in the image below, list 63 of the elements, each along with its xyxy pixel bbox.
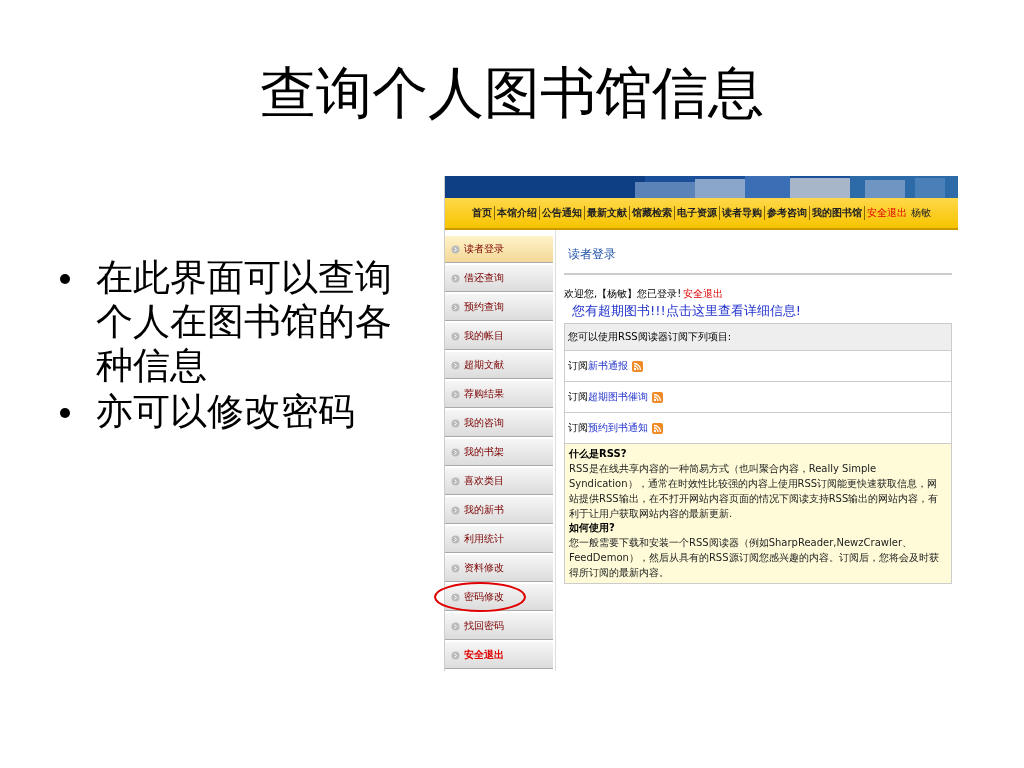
feed-link[interactable]: 新书通报 xyxy=(588,359,628,373)
help-heading: 什么是RSS? xyxy=(569,447,628,461)
overdue-link[interactable]: 您有超期图书!!!点击这里查看详细信息! xyxy=(564,302,952,320)
welcome-text: 欢迎您,【杨敏】您已登录! xyxy=(564,287,682,301)
help-heading: 如何使用? xyxy=(569,521,616,535)
rss-icon[interactable] xyxy=(652,391,663,403)
arrow-icon xyxy=(451,505,460,515)
arrow-icon xyxy=(451,273,460,283)
sidebar-item[interactable]: 借还查询 xyxy=(445,265,553,292)
sidebar-item[interactable]: 安全退出 xyxy=(445,642,553,669)
feed-link[interactable]: 预约到书通知 xyxy=(588,421,648,435)
user-name: 杨敏 xyxy=(910,206,932,220)
nav-link[interactable]: 馆藏检索 xyxy=(630,206,675,220)
arrow-icon xyxy=(451,592,460,602)
sidebar-item[interactable]: 我的咨询 xyxy=(445,410,553,437)
nav-link[interactable]: 本馆介绍 xyxy=(495,206,540,220)
nav-link[interactable]: 公告通知 xyxy=(540,206,585,220)
nav-link[interactable]: 我的图书馆 xyxy=(810,206,865,220)
bullet-icon xyxy=(60,274,70,284)
sidebar-item[interactable]: 我的新书 xyxy=(445,497,553,524)
slide-title: 查询个人图书馆信息 xyxy=(259,61,765,126)
nav-link[interactable]: 最新文献 xyxy=(585,206,630,220)
help-text: RSS是在线共享内容的一种简易方式（也叫聚合内容，Really Simple Syndication），通常在时效性比较强的内容上使用RSS订阅能更快速获取信息，网站提供RSS输出，在不打开网站内容页面的情况下阅读支持RSS输出的网站内容，有利于让用户获取网站内容的最新更新. xyxy=(569,462,940,521)
nav-link[interactable]: 读者导购 xyxy=(720,206,765,220)
feed-link[interactable]: 超期图书催询 xyxy=(588,390,648,404)
nav-link[interactable]: 电子资源 xyxy=(675,206,720,220)
sidebar-item[interactable]: 我的书架 xyxy=(445,439,553,466)
nav-link[interactable]: 首页 xyxy=(470,206,495,220)
sidebar-item[interactable]: 资料修改 xyxy=(445,555,553,582)
arrow-icon xyxy=(451,563,460,573)
arrow-icon xyxy=(451,476,460,486)
sidebar-item[interactable]: 密码修改 xyxy=(445,584,553,611)
sidebar-item[interactable]: 找回密码 xyxy=(445,613,553,640)
rss-icon[interactable] xyxy=(652,422,663,434)
subscribe-label: 订阅 xyxy=(568,390,588,404)
sidebar-item[interactable]: 我的帐目 xyxy=(445,323,553,350)
sidebar-item[interactable]: 读者登录 xyxy=(445,236,553,263)
arrow-icon xyxy=(451,389,460,399)
bullet-text: 亦可以修改密码 xyxy=(96,390,356,434)
sidebar-item[interactable]: 超期文献 xyxy=(445,352,553,379)
rss-icon[interactable] xyxy=(632,360,643,372)
arrow-icon xyxy=(451,447,460,457)
sidebar-item[interactable]: 喜欢类目 xyxy=(445,468,553,495)
nav-link[interactable]: 参考咨询 xyxy=(765,206,810,220)
arrow-icon xyxy=(451,534,460,544)
arrow-icon xyxy=(451,418,460,428)
subscribe-label: 订阅 xyxy=(568,421,588,435)
arrow-icon xyxy=(451,360,460,370)
sidebar-item[interactable]: 预约查询 xyxy=(445,294,553,321)
logout-link[interactable]: 安全退出 xyxy=(683,287,724,301)
rss-intro: 您可以使用RSS阅读器订阅下列项目: xyxy=(564,323,952,351)
arrow-icon xyxy=(451,331,460,341)
arrow-icon xyxy=(451,302,460,312)
bullet-icon xyxy=(60,408,70,418)
sidebar-item[interactable]: 利用统计 xyxy=(445,526,553,553)
page-heading: 读者登录 xyxy=(564,238,952,275)
bullet-text: 在此界面可以查询个人在图书馆的各种信息 xyxy=(96,256,393,388)
arrow-icon xyxy=(451,650,460,660)
sidebar-item[interactable]: 荐购结果 xyxy=(445,381,553,408)
arrow-icon xyxy=(451,621,460,631)
subscribe-label: 订阅 xyxy=(568,359,588,373)
arrow-icon xyxy=(451,244,460,254)
help-text: 您一般需要下载和安装一个RSS阅读器（例如SharpReader,NewzCrawler、FeedDemon），然后从具有的RSS源订阅您感兴趣的内容。订阅后，您将会及时获得所订阅的最新内容。 xyxy=(569,536,940,580)
